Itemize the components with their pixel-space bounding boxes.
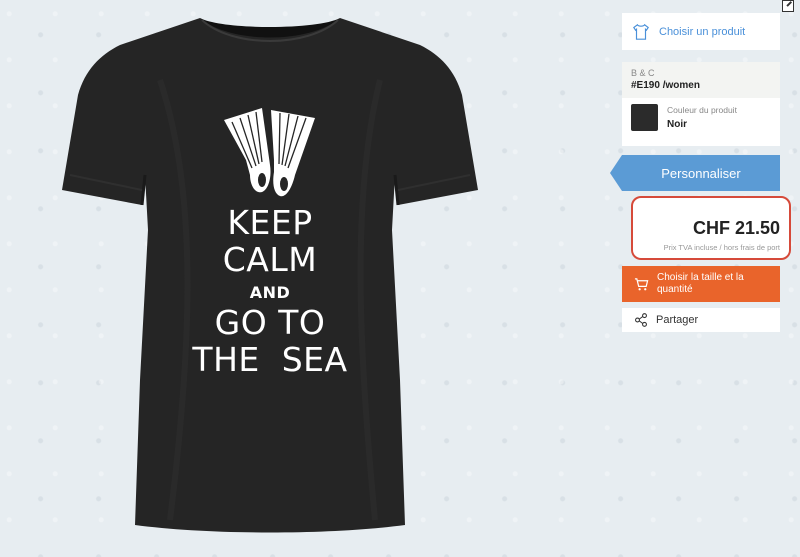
price-note: Prix TVA incluse / hors frais de port — [663, 243, 780, 252]
personalize-button[interactable]: Personnaliser — [610, 155, 780, 191]
brand-label: B & C — [631, 68, 655, 78]
product-identity: B & C #E190 /women — [622, 62, 780, 98]
print-line-go-to: GO TO — [214, 303, 326, 342]
share-icon — [635, 313, 647, 327]
choose-size-quantity-button[interactable]: Choisir la taille et la quantité — [622, 266, 780, 302]
choose-product-button[interactable]: Choisir un produit — [622, 13, 780, 50]
color-label: Couleur du produit — [667, 105, 737, 115]
price-box: CHF 21.50 Prix TVA incluse / hors frais … — [631, 196, 791, 260]
color-value: Noir — [667, 119, 687, 130]
color-swatch — [631, 104, 658, 131]
product-sku: #E190 /women — [631, 80, 700, 91]
expand-icon[interactable] — [782, 0, 794, 12]
share-label: Partager — [656, 314, 699, 326]
share-button[interactable]: Partager — [622, 308, 780, 332]
product-price: CHF 21.50 — [692, 218, 780, 238]
product-color-selector[interactable]: Couleur du produit Noir — [622, 98, 780, 137]
product-info-card: B & C #E190 /women Couleur du produit No… — [622, 62, 780, 146]
cart-icon — [634, 277, 649, 290]
print-line-keep: KEEP — [227, 203, 313, 242]
product-image: KEEP CALM AND GO TO THE SEA — [0, 0, 600, 557]
print-line-calm: CALM — [222, 240, 318, 279]
print-line-and: AND — [249, 283, 291, 302]
print-line-the-sea: THE SEA — [192, 340, 348, 379]
personalize-label: Personnaliser — [661, 165, 741, 181]
tshirt-outline-icon — [633, 23, 649, 40]
choose-size-label: Choisir la taille et la quantité — [657, 272, 744, 295]
choose-product-label: Choisir un produit — [659, 25, 746, 38]
